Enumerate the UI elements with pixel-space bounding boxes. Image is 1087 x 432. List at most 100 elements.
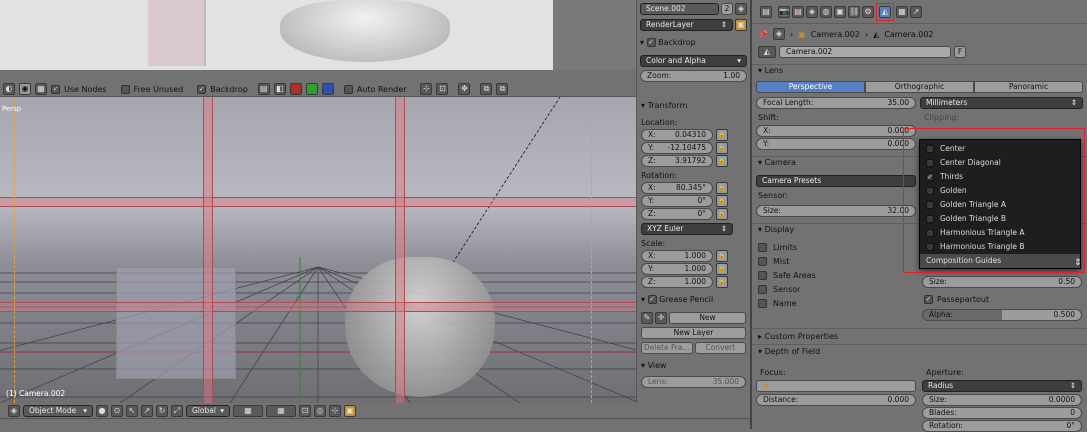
aperture-rotation-field[interactable]: Rotation: 0° (922, 420, 1082, 432)
camera-viewport[interactable]: Persp (1) Camera.002 (0, 97, 636, 403)
new-grease-button[interactable]: New (669, 312, 746, 324)
color-mode-selector[interactable]: Color and Alpha ▾ (640, 55, 747, 67)
auto-render-checkbox[interactable] (343, 84, 353, 94)
channel-alpha-icon[interactable]: ◧ (273, 83, 286, 95)
layers-icon[interactable]: ▦ (233, 404, 263, 417)
constraints-tab-icon[interactable]: ⛓ (848, 5, 860, 18)
proportional-icon[interactable]: ◎ (314, 404, 326, 417)
channel-blue-icon[interactable] (321, 83, 334, 95)
dof-panel-header[interactable]: ▾ Depth of Field (758, 346, 820, 358)
tab-panoramic[interactable]: Panoramic (974, 81, 1083, 93)
lock-icon[interactable]: 🔓 (716, 142, 728, 154)
transform-header[interactable]: ▾ Transform (641, 100, 746, 112)
modifiers-tab-icon[interactable]: ⚙ (862, 5, 874, 18)
backdrop-checkbox[interactable] (197, 84, 207, 94)
lock-icon[interactable]: 🔓 (716, 195, 728, 207)
view-panel-header[interactable]: ▾ View (641, 360, 746, 372)
location-field[interactable]: X: 0.04310 (641, 129, 713, 141)
channel-green-icon[interactable] (305, 83, 318, 95)
sensor-size-field[interactable]: Size: 32.00 (756, 205, 916, 217)
custom-properties-header[interactable]: ▸ Custom Properties (758, 331, 838, 343)
channel-rgb-icon[interactable]: ▤ (257, 83, 270, 95)
lock-icon[interactable]: 🔓 (716, 182, 728, 194)
camera-data-tab-icon[interactable]: ◭ (879, 5, 891, 18)
snap-toggle-icon[interactable]: ⊹ (329, 404, 341, 417)
snap-icon[interactable]: ⊹ (420, 83, 433, 95)
lock-icon[interactable]: 🔓 (716, 276, 728, 288)
view3d-editor-icon[interactable]: ◈ (8, 404, 20, 417)
rotation-mode-selector[interactable]: XYZ Euler ⇕ (641, 223, 733, 235)
scale-field[interactable]: Z: 1.000 (641, 276, 713, 288)
location-field[interactable]: Z: 3.91792 (641, 155, 713, 167)
new-layer-button[interactable]: New Layer (641, 327, 746, 339)
properties-editor-icon[interactable]: ▤ (760, 5, 772, 18)
breadcrumb-camera[interactable]: Camera.002 (884, 30, 933, 39)
focal-length-field[interactable]: Focal Length: 35.00 (756, 97, 916, 109)
fake-user-button[interactable]: F (954, 46, 966, 58)
scale-field[interactable]: Y: 1.000 (641, 263, 713, 275)
texture-nodes-icon[interactable]: ▦ (35, 83, 47, 95)
delete-frame-button[interactable]: Delete Fra... (641, 342, 693, 354)
grease-pencil-checkbox[interactable] (647, 295, 657, 304)
display-checkbox[interactable] (758, 256, 767, 266)
passepartout-row[interactable]: Passepartout (924, 295, 989, 304)
orientation-selector[interactable]: Global ▾ (186, 404, 230, 417)
camera-presets-selector[interactable]: Camera Presets (756, 175, 916, 187)
convert-button[interactable]: Convert (694, 342, 746, 354)
rotation-field[interactable]: X: 80.345° (641, 182, 713, 194)
scene-browse-icon[interactable]: ◈ (735, 3, 747, 15)
camera-datablock-field[interactable]: Camera.002 (779, 46, 951, 58)
unit-selector[interactable]: Millimeters ⇕ (920, 97, 1083, 109)
scale-icon[interactable]: ⤢ (171, 404, 183, 417)
rotate-icon[interactable]: ↻ (156, 404, 168, 417)
render-tab-icon[interactable]: 📷 (778, 5, 790, 18)
breadcrumb-object[interactable]: Camera.002 (811, 30, 860, 39)
display-checkbox[interactable] (758, 270, 767, 280)
editor-type-icon[interactable]: ◐ (3, 83, 15, 95)
translate-icon[interactable]: ↗ (141, 404, 153, 417)
pencil-icon[interactable]: ✎ (641, 312, 653, 324)
lock-icon[interactable]: 🔓 (716, 263, 728, 275)
paste-icon[interactable]: ⧉ (496, 83, 509, 95)
shift-x-field[interactable]: X: 0.000 (756, 125, 916, 137)
layer-selector[interactable]: RenderLayer ⇕ (640, 19, 733, 31)
render-layer-icon[interactable]: ▣ (735, 19, 747, 31)
mode-selector[interactable]: Object Mode ▾ (23, 404, 93, 417)
render-icon[interactable]: ▣ (344, 404, 356, 417)
lens-panel-header[interactable]: ▾ Lens (752, 65, 1087, 77)
scene-users[interactable]: 2 (721, 3, 733, 15)
rotation-field[interactable]: Y: 0° (641, 195, 713, 207)
copy-icon[interactable]: ⧉ (480, 83, 493, 95)
blades-field[interactable]: Blades: 0 (922, 407, 1082, 419)
manipulator-icon[interactable]: ↖ (126, 404, 138, 417)
texture-tab-icon[interactable]: ▦ (896, 5, 908, 18)
snap-target-icon[interactable]: ⊡ (436, 83, 449, 95)
pin-icon[interactable]: 📌 (758, 30, 768, 39)
physics-tab-icon[interactable]: ↗ (910, 5, 922, 18)
channel-red-icon[interactable] (289, 83, 302, 95)
lock-icon[interactable]: 🔓 (716, 129, 728, 141)
backdrop-panel-checkbox[interactable] (646, 38, 656, 47)
scale-field[interactable]: X: 1.000 (641, 250, 713, 262)
lock-icon[interactable]: 🔓 (716, 155, 728, 167)
tab-perspective[interactable]: Perspective (756, 81, 865, 93)
tab-orthographic[interactable]: Orthographic (865, 81, 974, 93)
location-field[interactable]: Y: -12.10475 (641, 142, 713, 154)
display-check-row[interactable]: Name (758, 296, 1081, 310)
guide-size-field[interactable]: Size: 0.50 (922, 276, 1082, 288)
aperture-size-field[interactable]: Size: 0.0000 (922, 394, 1082, 406)
lock-icon[interactable]: 🔓 (716, 208, 728, 220)
grease-pencil-header[interactable]: ▾ Grease Pencil (641, 294, 746, 306)
shading-icon[interactable]: ● (96, 404, 108, 417)
shift-y-field[interactable]: Y: 0.000 (756, 138, 916, 150)
add-icon[interactable]: ✛ (655, 312, 667, 324)
world-tab-icon[interactable]: ◍ (820, 5, 832, 18)
lens-field[interactable]: Lens: 35.000 (641, 376, 746, 388)
object-tab-icon[interactable]: ▣ (834, 5, 846, 18)
focus-object-field[interactable]: ▣ (756, 380, 916, 392)
pivot-icon[interactable]: ⊙ (111, 404, 123, 417)
aperture-mode-selector[interactable]: Radius ⇕ (922, 380, 1082, 392)
distance-field[interactable]: Distance: 0.000 (756, 394, 916, 406)
alpha-field[interactable]: Alpha: 0.500 (922, 309, 1082, 321)
display-checkbox[interactable] (758, 284, 767, 294)
